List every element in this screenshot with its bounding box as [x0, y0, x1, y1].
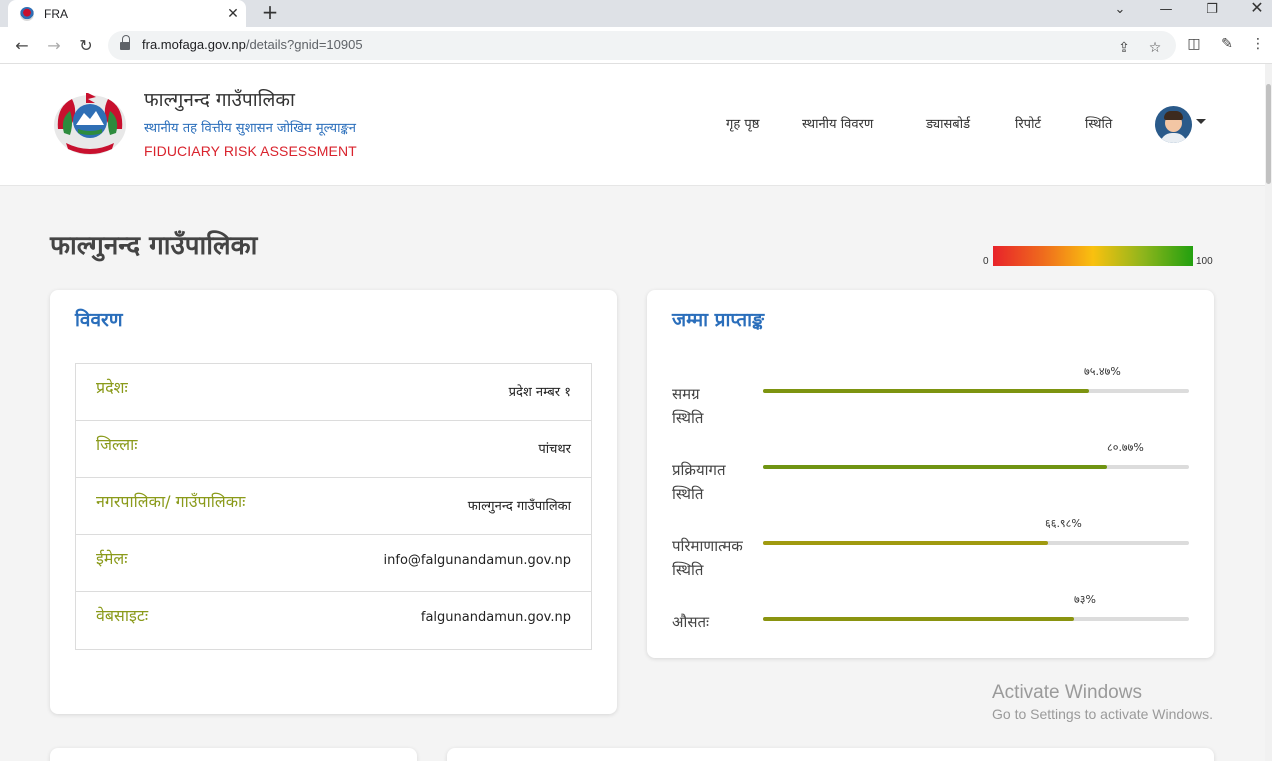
restore-icon[interactable]: ❐ [1189, 2, 1235, 29]
scale-min-label: 0 [983, 256, 989, 267]
user-menu-caret-icon[interactable] [1196, 119, 1206, 124]
detail-row-district: जिल्लाः पांचथर [76, 421, 591, 478]
user-avatar[interactable] [1155, 106, 1192, 143]
watermark-line2: Go to Settings to activate Windows. [992, 706, 1213, 722]
site-header: फाल्गुनन्द गाउँपालिका स्थानीय तह वित्तीय… [0, 64, 1265, 186]
window-close-icon[interactable]: ✕ [1234, 0, 1272, 27]
forward-icon[interactable]: → [42, 35, 66, 57]
score-percent: ८०.७७% [1107, 441, 1144, 454]
scale-max-label: 100 [1196, 256, 1213, 267]
score-percent: ६६.९८% [1045, 517, 1082, 530]
extension-icon[interactable]: ✎ [1217, 36, 1237, 52]
nav-local-details-link[interactable]: स्थानीय विवरण [802, 114, 873, 132]
share-icon[interactable]: ⇪ [1114, 40, 1134, 56]
score-label: परिमाणात्मक स्थिति [672, 537, 743, 579]
nav-status-link[interactable]: स्थिति [1085, 114, 1112, 132]
detail-label: वेबसाइटः [96, 606, 149, 625]
score-percent: ७५.४७% [1084, 365, 1121, 378]
tab-search-icon[interactable]: ⌄ [1097, 2, 1143, 29]
new-tab-button[interactable]: + [258, 0, 282, 27]
minimize-icon[interactable]: — [1143, 2, 1189, 29]
brand-english-title: FIDUCIARY RISK ASSESSMENT [144, 143, 357, 159]
details-card-title: विवरण [75, 309, 123, 331]
details-card: विवरण प्रदेशः प्रदेश नम्बर १ जिल्लाः पां… [50, 290, 617, 714]
nepal-emblem-logo[interactable] [50, 89, 130, 157]
score-bar-track [763, 465, 1189, 469]
activate-windows-watermark: Activate Windows Go to Settings to activ… [992, 682, 1213, 722]
bottom-card-left [50, 748, 417, 761]
scores-card: जम्मा प्राप्ताङ्क समग्र स्थिति ७५.४७% प्र… [647, 290, 1214, 658]
detail-value: पांचथर [538, 442, 571, 457]
browser-tab[interactable]: FRA ✕ [8, 0, 246, 27]
side-panel-icon[interactable]: ◫ [1184, 36, 1204, 52]
bookmark-star-icon[interactable]: ☆ [1145, 40, 1165, 56]
score-bar-fill [763, 617, 1074, 621]
tab-title: FRA [44, 6, 68, 21]
color-scale-legend [993, 246, 1193, 266]
url-text: fra.mofaga.gov.np/details?gnid=10905 [142, 37, 363, 52]
scrollbar-thumb[interactable] [1266, 84, 1271, 184]
avatar-body [1160, 133, 1187, 143]
brand-name: फाल्गुनन्द गाउँपालिका [144, 89, 295, 111]
detail-row-website: वेबसाइटः falgunandamun.gov.np [76, 592, 591, 649]
nav-dashboard-link[interactable]: ड्यासबोर्ड [926, 114, 970, 132]
address-bar[interactable]: fra.mofaga.gov.np/details?gnid=10905 ⇪ ☆ [108, 31, 1176, 60]
reload-icon[interactable]: ↻ [74, 35, 98, 57]
score-bar-track [763, 541, 1189, 545]
detail-label: जिल्लाः [96, 435, 138, 454]
score-bar-track [763, 617, 1189, 621]
nav-home-link[interactable]: गृह पृष्ठ [726, 114, 759, 132]
close-tab-icon[interactable]: ✕ [220, 6, 246, 22]
scores-card-title: जम्मा प्राप्ताङ्क [672, 309, 765, 331]
browser-tab-bar: FRA ✕ + ⌄ — ❐ ✕ [0, 0, 1272, 27]
detail-row-province: प्रदेशः प्रदेश नम्बर १ [76, 364, 591, 421]
details-table: प्रदेशः प्रदेश नम्बर १ जिल्लाः पांचथर नग… [75, 363, 592, 650]
page-title: फाल्गुनन्द गाउँपालिका [50, 231, 258, 261]
watermark-line1: Activate Windows [992, 682, 1142, 703]
back-icon[interactable]: ← [10, 35, 34, 57]
site-favicon-icon [20, 6, 34, 21]
detail-value: प्रदेश नम्बर १ [508, 385, 571, 400]
score-label: औसतः [672, 613, 710, 631]
menu-icon[interactable]: ⋮ [1248, 36, 1268, 52]
nav-report-link[interactable]: रिपोर्ट [1015, 114, 1041, 132]
website-link[interactable]: falgunandamun.gov.np [421, 610, 571, 625]
avatar-hair [1164, 111, 1183, 120]
score-bar-fill [763, 541, 1049, 545]
detail-row-municipality: नगरपालिका/ गाउँपालिकाः फाल्गुनन्द गाउँपा… [76, 478, 591, 535]
score-bar-track [763, 389, 1189, 393]
detail-label: ईमेलः [96, 549, 128, 568]
detail-value: फाल्गुनन्द गाउँपालिका [467, 499, 571, 514]
brand-subtitle: स्थानीय तह वित्तीय सुशासन जोखिम मूल्याङ्… [144, 121, 356, 136]
score-label: प्रक्रियागत स्थिति [672, 461, 726, 503]
score-label: समग्र स्थिति [672, 385, 704, 427]
page-scrollbar[interactable] [1265, 64, 1272, 761]
score-bar-fill [763, 389, 1089, 393]
lock-icon [120, 35, 130, 51]
detail-row-email: ईमेलः info@falgunandamun.gov.np [76, 535, 591, 592]
detail-label: नगरपालिका/ गाउँपालिकाः [96, 492, 246, 511]
score-bar-fill [763, 465, 1108, 469]
detail-label: प्रदेशः [96, 378, 128, 397]
browser-toolbar: ← → ↻ fra.mofaga.gov.np/details?gnid=109… [0, 27, 1272, 64]
email-link[interactable]: info@falgunandamun.gov.np [384, 553, 571, 568]
bottom-card-right [447, 748, 1214, 761]
score-percent: ७३% [1074, 593, 1096, 606]
